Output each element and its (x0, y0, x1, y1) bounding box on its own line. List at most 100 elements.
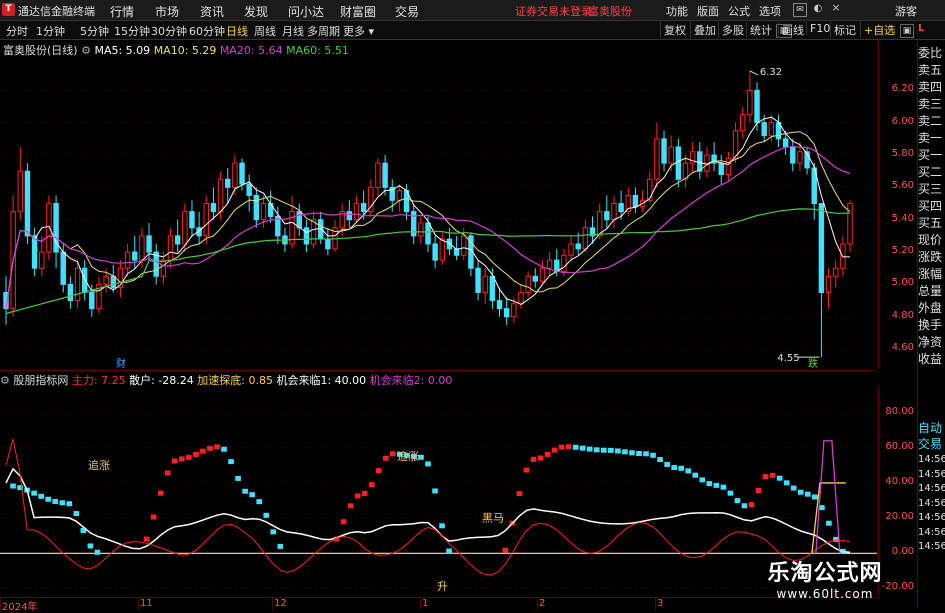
price-y-tick: 6.20 (891, 83, 914, 95)
candle-body (525, 275, 531, 293)
candle-body (475, 267, 481, 293)
quote-field-label[interactable]: 买五 (918, 214, 945, 231)
jihui2-line (815, 440, 841, 554)
chat-icon[interactable]: ✉ (793, 3, 807, 17)
candle-body (489, 275, 496, 302)
candle-body (546, 259, 553, 269)
period-monthly[interactable]: 月线 (282, 23, 304, 39)
indicator-block (207, 445, 213, 451)
tool-diejia[interactable]: 叠加 (690, 22, 719, 38)
menu-item-hangqing[interactable]: 行情 (110, 3, 134, 20)
tool-fuquan[interactable]: 复权 (660, 22, 689, 38)
indicator-block (748, 502, 755, 508)
indicator-block (171, 458, 178, 464)
level-badge-icon[interactable]: L (918, 23, 924, 34)
period-30min[interactable]: 30分钟 (151, 23, 187, 39)
tool-huaxian[interactable]: 画线 (778, 22, 807, 38)
price-chart[interactable]: 6.32 4.55 财 跌 (0, 40, 877, 371)
candle-body (575, 243, 581, 250)
quote-field-label[interactable]: 买一 (918, 146, 945, 163)
x-axis-label: 3 (657, 598, 664, 609)
app-logo-icon: T (2, 3, 15, 16)
period-more[interactable]: 更多 ▾ (343, 23, 374, 39)
menu-item-faxian[interactable]: 发现 (244, 3, 268, 20)
x-axis-label: 12 (274, 598, 287, 609)
period-5min[interactable]: 5分钟 (80, 23, 109, 39)
indicator-name: 股朋指标网 (13, 374, 69, 387)
candle-body (425, 222, 431, 245)
menu-item-caifuquan[interactable]: 财富圈 (340, 3, 376, 20)
quote-field-label[interactable]: 卖一 (918, 129, 945, 146)
period-1min[interactable]: 1分钟 (36, 23, 65, 39)
candle-body (739, 114, 746, 132)
menu-item-jiaoyi[interactable]: 交易 (395, 3, 419, 20)
quote-field-label[interactable]: 涨跌 (918, 248, 945, 265)
quote-field-label[interactable]: 涨幅 (918, 265, 945, 282)
menu-gongshi[interactable]: 公式 (728, 3, 750, 19)
quote-field-label[interactable]: 买三 (918, 180, 945, 197)
period-60min[interactable]: 60分钟 (189, 23, 225, 39)
period-multi[interactable]: 多周期 (307, 23, 340, 39)
menu-item-zixun[interactable]: 资讯 (200, 3, 224, 20)
indicator-settings-icon[interactable]: ⚙ (0, 374, 10, 387)
menu-item-wenxiaoda[interactable]: 问小达 (288, 3, 324, 20)
theme-icon[interactable]: ◐ (812, 3, 824, 15)
quote-field-label[interactable]: 交易 (918, 435, 945, 452)
menu-xuanxiang[interactable]: 选项 (759, 3, 781, 19)
quote-field-label[interactable]: 买四 (918, 197, 945, 214)
quote-field-label[interactable]: 收益 (918, 350, 945, 367)
trade-time: 14:56 (918, 454, 945, 465)
candle-body (325, 238, 331, 250)
trade-time: 14:56 (918, 512, 945, 523)
login-status[interactable]: 证券交易未登录 (515, 3, 592, 19)
period-daily[interactable]: 日线 (226, 23, 248, 39)
period-fenshi[interactable]: 分时 (6, 23, 28, 39)
indicator-block (699, 477, 706, 483)
indicator-y-tick: 80.00 (885, 405, 914, 417)
indicator-block (523, 467, 530, 473)
indicator-block (769, 472, 776, 478)
indicator-block (200, 448, 206, 454)
user-guest[interactable]: 游客 (895, 3, 917, 19)
indicator-block (755, 488, 762, 494)
zhuli-line (5, 438, 851, 576)
tool-tongji[interactable]: 统计 (746, 22, 775, 38)
indicator-block (551, 447, 558, 453)
period-15min[interactable]: 15分钟 (114, 23, 150, 39)
quote-field-label[interactable]: 委比 (918, 44, 945, 61)
candle-body (518, 291, 524, 305)
menu-item-shichang[interactable]: 市场 (155, 3, 179, 20)
close-icon[interactable]: × (830, 2, 842, 14)
menu-gongneng[interactable]: 功能 (666, 3, 688, 19)
indicator-block (354, 493, 361, 499)
candle-body (67, 283, 74, 302)
quote-field-label[interactable]: 卖五 (918, 61, 945, 78)
quote-field-label[interactable]: 现价 (918, 231, 945, 248)
add-watchlist-button[interactable]: +自选 (860, 22, 898, 38)
quote-field-label[interactable]: 卖二 (918, 112, 945, 129)
tool-duogu[interactable]: 多股 (718, 22, 747, 38)
quote-field-label[interactable]: 卖四 (918, 78, 945, 95)
quote-field-label[interactable]: 卖三 (918, 95, 945, 112)
quote-field-label[interactable]: 净资 (918, 333, 945, 350)
layout-icon[interactable]: ▣ (900, 24, 914, 38)
quote-field-label[interactable]: 换手 (918, 316, 945, 333)
low-price-label: 4.55 (777, 353, 799, 364)
candle-body (561, 254, 567, 272)
quote-field-label[interactable]: 外盘 (918, 299, 945, 316)
candle-body (754, 89, 760, 124)
candle-body (46, 203, 52, 253)
x-axis-label: 11 (140, 598, 153, 609)
tool-biaoji[interactable]: 标记 (830, 22, 859, 38)
quote-field-label[interactable]: 自动 (918, 419, 945, 436)
candle-body (303, 227, 310, 245)
menu-banmian[interactable]: 版面 (697, 3, 719, 19)
trade-time: 14:56 (918, 541, 945, 552)
indicator-block (776, 475, 783, 481)
indicator-block (425, 461, 431, 467)
quote-field-label[interactable]: 总量 (918, 282, 945, 299)
indicator-block (73, 511, 80, 517)
quote-field-label[interactable]: 买二 (918, 163, 945, 180)
chevron-down-icon: ▾ (368, 25, 375, 38)
period-weekly[interactable]: 周线 (254, 23, 276, 39)
